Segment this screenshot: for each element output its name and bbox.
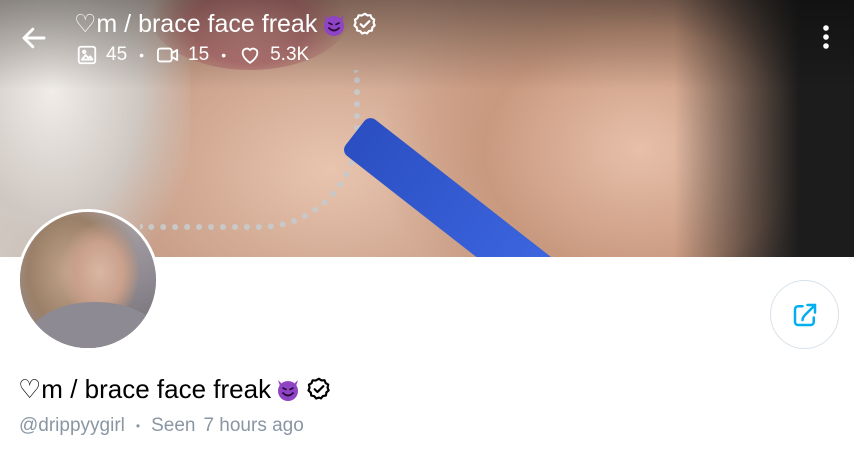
separator-dot: • xyxy=(135,419,141,433)
photos-count: 45 xyxy=(76,44,127,66)
separator-dot: • xyxy=(221,47,227,63)
avatar[interactable] xyxy=(17,209,159,351)
back-button[interactable] xyxy=(14,18,54,58)
arrow-left-icon xyxy=(22,27,46,49)
smiling-devil-emoji-icon xyxy=(320,10,348,38)
heart-icon xyxy=(241,47,259,64)
header-stats: 45 • 15 • 5.3K xyxy=(76,42,309,68)
username: @drippyygirl xyxy=(19,415,125,436)
header-title-text: ♡m / brace face freak xyxy=(74,10,318,38)
photos-count-value: 45 xyxy=(106,44,128,65)
smiling-devil-emoji-icon xyxy=(274,375,302,403)
share-icon xyxy=(793,303,816,326)
video-icon xyxy=(157,47,179,63)
likes-count-value: 5.3K xyxy=(270,44,310,65)
share-button[interactable] xyxy=(770,280,839,349)
videos-count: 15 xyxy=(156,44,209,66)
seen-time: 7 hours ago xyxy=(203,415,304,436)
image-icon xyxy=(77,45,97,65)
header-title: ♡m / brace face freak xyxy=(74,8,378,40)
profile-name: ♡m / brace face freak xyxy=(18,371,332,407)
more-vertical-icon xyxy=(823,25,829,49)
more-options-button[interactable] xyxy=(812,20,840,54)
profile-name-text: ♡m / brace face freak xyxy=(18,373,272,404)
separator-dot: • xyxy=(139,47,145,63)
verified-badge-icon xyxy=(352,11,378,37)
seen-label: Seen xyxy=(151,415,196,436)
profile-meta: @drippyygirl • Seen 7 hours ago xyxy=(19,413,304,439)
videos-count-value: 15 xyxy=(188,44,210,65)
likes-count: 5.3K xyxy=(238,44,309,66)
verified-badge-icon xyxy=(306,376,332,402)
